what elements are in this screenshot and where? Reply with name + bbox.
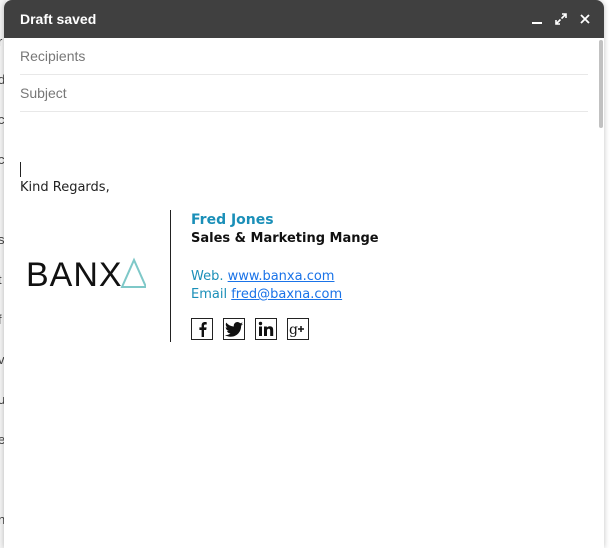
recipients-field[interactable]: Recipients: [20, 38, 588, 75]
text-caret: [20, 162, 21, 177]
google-plus-icon[interactable]: g: [287, 318, 309, 340]
scrollbar-thumb[interactable]: [599, 40, 603, 128]
signature-web-line: Web. www.banxa.com: [191, 269, 334, 284]
recipients-placeholder: Recipients: [20, 48, 86, 64]
twitter-icon[interactable]: [223, 318, 245, 340]
email-label: Email: [191, 287, 228, 302]
compose-window: Draft saved Recipients Subject Kind Rega…: [4, 0, 604, 548]
signature-name: Fred Jones: [191, 212, 274, 228]
linkedin-icon[interactable]: [255, 318, 277, 340]
signature-role: Sales & Marketing Mange: [191, 231, 379, 246]
signature-email-line: Email fred@baxna.com: [191, 287, 342, 302]
subject-field[interactable]: Subject: [20, 75, 588, 112]
signature-divider: [170, 210, 171, 342]
web-label: Web.: [191, 269, 224, 284]
email-signature: BANX Fred Jones Sales & Marketing Mange …: [20, 210, 580, 342]
email-link[interactable]: fred@baxna.com: [231, 287, 342, 302]
window-controls: [530, 12, 592, 26]
facebook-icon[interactable]: [191, 318, 213, 340]
social-icons: g: [191, 318, 309, 340]
web-link[interactable]: www.banxa.com: [228, 269, 335, 284]
compose-title: Draft saved: [20, 11, 97, 27]
expand-icon[interactable]: [554, 12, 568, 26]
compose-titlebar[interactable]: Draft saved: [4, 0, 604, 38]
scrollbar[interactable]: [596, 40, 604, 130]
banxa-logo: BANX: [26, 256, 148, 297]
svg-text:g: g: [289, 322, 298, 337]
subject-placeholder: Subject: [20, 85, 67, 101]
svg-text:BANX: BANX: [26, 256, 123, 292]
close-icon[interactable]: [578, 12, 592, 26]
minimize-icon[interactable]: [530, 12, 544, 26]
greeting-text: Kind Regards,: [20, 180, 110, 195]
